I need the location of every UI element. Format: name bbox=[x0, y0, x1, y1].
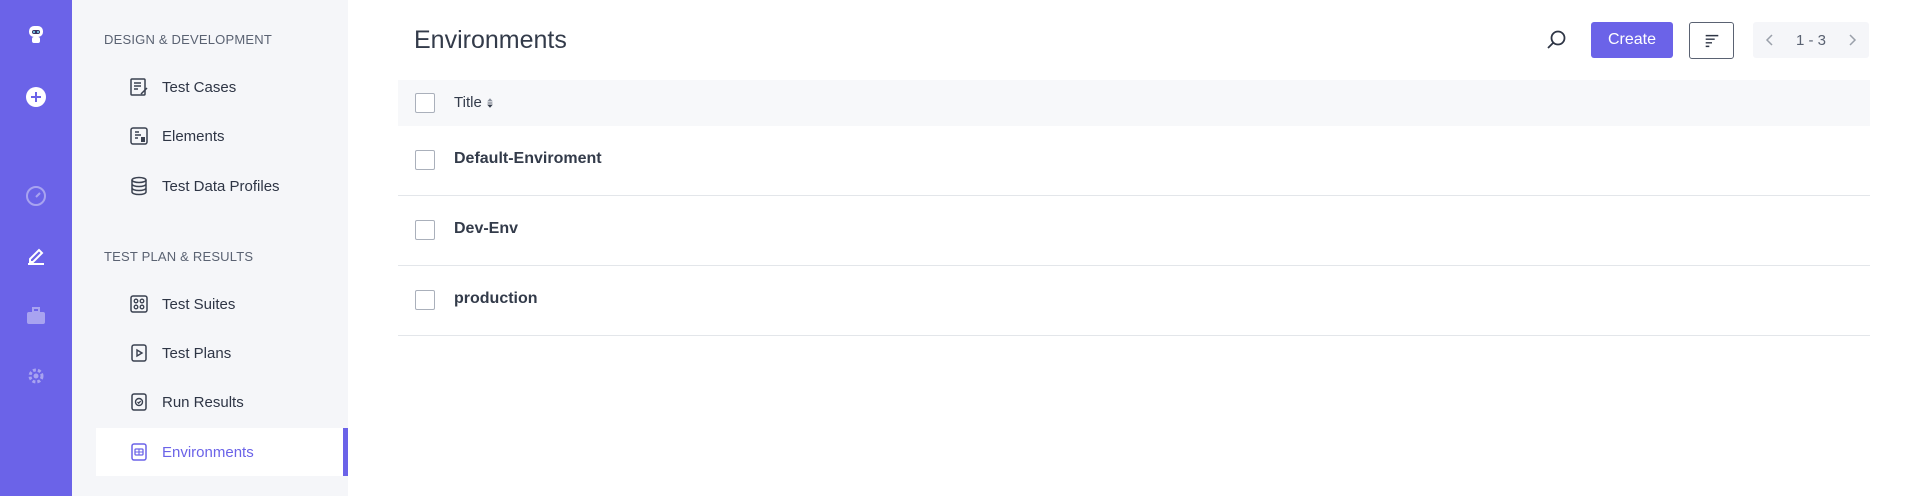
test-cases-icon bbox=[128, 76, 150, 98]
briefcase-icon[interactable] bbox=[24, 304, 48, 328]
sidebar-item-label: Test Suites bbox=[162, 295, 236, 313]
table-header: Title bbox=[398, 80, 1870, 126]
row-title[interactable]: Default-Enviroment bbox=[454, 150, 602, 168]
pagination: 1 - 3 bbox=[1753, 22, 1869, 58]
pager-range: 1 - 3 bbox=[1795, 31, 1826, 49]
chevron-right-icon[interactable] bbox=[1843, 31, 1861, 49]
select-all-checkbox[interactable] bbox=[415, 93, 435, 113]
dashboard-gauge-icon[interactable] bbox=[24, 184, 48, 208]
sidebar-item-test-plans[interactable]: Test Plans bbox=[96, 329, 348, 377]
table-row[interactable]: Dev-Env bbox=[398, 196, 1870, 266]
search-icon bbox=[1547, 30, 1566, 49]
table-row[interactable]: Default-Enviroment bbox=[398, 126, 1870, 196]
settings-gear-icon[interactable] bbox=[24, 364, 48, 388]
environments-icon bbox=[128, 441, 150, 463]
test-plans-icon bbox=[128, 342, 150, 364]
run-results-icon bbox=[128, 391, 150, 413]
sidebar-item-label: Test Data Profiles bbox=[162, 177, 280, 195]
column-header-title[interactable]: Title bbox=[454, 94, 494, 111]
sort-lines-icon bbox=[1705, 34, 1718, 47]
sidebar-item-label: Run Results bbox=[162, 393, 244, 411]
row-checkbox[interactable] bbox=[415, 220, 435, 240]
sidebar-item-environments[interactable]: Environments bbox=[96, 428, 348, 476]
robot-logo-icon[interactable] bbox=[24, 22, 48, 46]
row-checkbox[interactable] bbox=[415, 150, 435, 170]
sort-arrows-icon bbox=[486, 97, 493, 108]
row-title[interactable]: Dev-Env bbox=[454, 220, 518, 238]
sidebar-item-test-suites[interactable]: Test Suites bbox=[96, 280, 348, 328]
test-suites-icon bbox=[128, 293, 150, 315]
sidebar-item-label: Elements bbox=[162, 127, 225, 145]
add-circle-icon[interactable] bbox=[24, 85, 48, 109]
sidebar-item-test-data-profiles[interactable]: Test Data Profiles bbox=[96, 162, 348, 210]
sidebar-item-elements[interactable]: Elements bbox=[96, 112, 348, 160]
chevron-left-icon[interactable] bbox=[1761, 31, 1779, 49]
pencil-edit-icon[interactable] bbox=[24, 243, 48, 267]
column-header-label: Title bbox=[454, 94, 482, 111]
section-title-design: DESIGN & DEVELOPMENT bbox=[104, 32, 272, 47]
search-button[interactable] bbox=[1542, 26, 1570, 54]
app-rail bbox=[0, 0, 72, 496]
create-button[interactable]: Create bbox=[1591, 22, 1673, 58]
sidebar-item-run-results[interactable]: Run Results bbox=[96, 378, 348, 426]
row-title[interactable]: production bbox=[454, 290, 538, 308]
section-title-test-plan: TEST PLAN & RESULTS bbox=[104, 249, 254, 264]
sidebar-item-label: Test Plans bbox=[162, 344, 232, 362]
page-title: Environments bbox=[414, 26, 567, 54]
sidebar-item-label: Environments bbox=[162, 443, 254, 461]
table-row[interactable]: production bbox=[398, 266, 1870, 336]
sidebar-item-test-cases[interactable]: Test Cases bbox=[96, 63, 348, 111]
sort-button[interactable] bbox=[1689, 22, 1734, 59]
sidebar-item-label: Test Cases bbox=[162, 78, 237, 96]
elements-icon bbox=[128, 125, 150, 147]
sidebar: DESIGN & DEVELOPMENT Test Cases Elements… bbox=[72, 0, 348, 496]
database-icon bbox=[128, 175, 150, 197]
row-checkbox[interactable] bbox=[415, 290, 435, 310]
